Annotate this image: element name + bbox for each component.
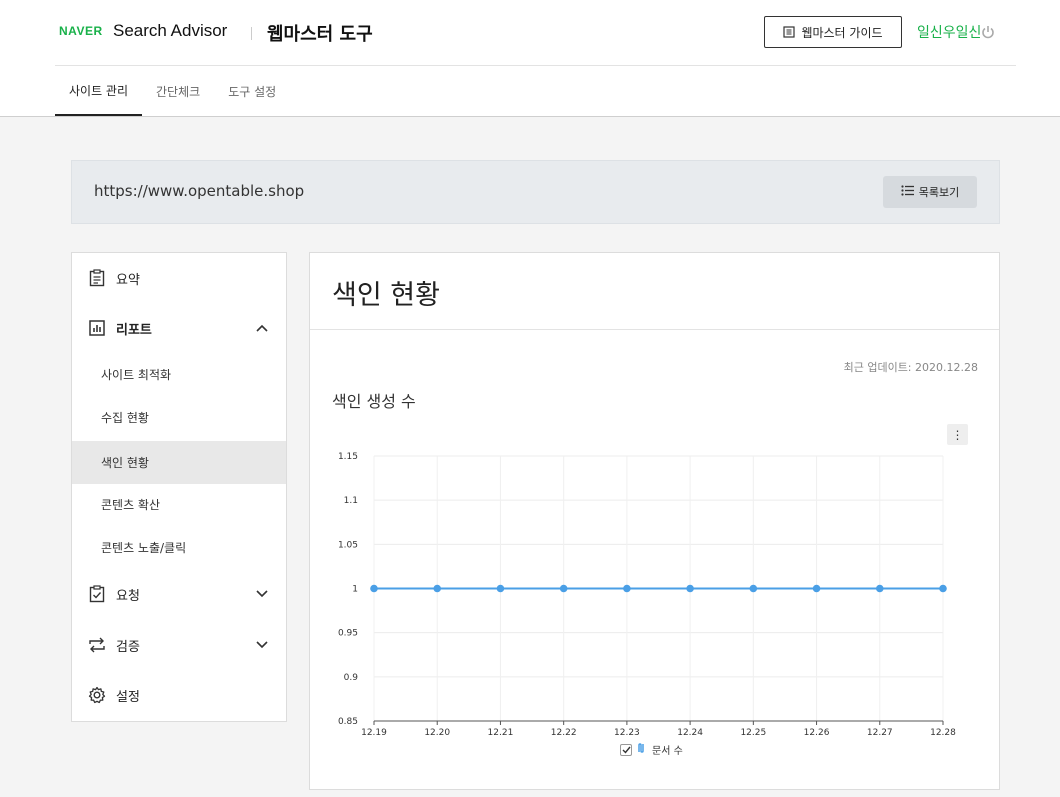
site-url-bar: https://www.opentable.shop 목록보기 — [71, 160, 1000, 224]
clipboard-icon — [88, 269, 106, 287]
panel-divider — [310, 329, 999, 330]
x-tick-label: 12.26 — [804, 728, 830, 738]
data-point — [496, 584, 505, 593]
data-point — [370, 584, 378, 593]
guide-button-label: 웹마스터 가이드 — [801, 25, 883, 40]
chart-title: 색인 생성 수 — [332, 392, 416, 411]
x-tick-label: 12.28 — [930, 728, 956, 738]
data-point — [939, 584, 947, 593]
sidebar-summary-label: 요약 — [116, 272, 140, 288]
x-tick-label: 12.22 — [551, 728, 577, 738]
y-tick-label: 0.85 — [338, 717, 358, 727]
x-tick-label: 12.25 — [740, 728, 766, 738]
y-tick-label: 0.95 — [338, 629, 358, 639]
chart-legend[interactable]: 문서 수 — [620, 742, 683, 757]
naver-logo[interactable]: NAVER — [59, 24, 103, 38]
sidebar-item-summary[interactable]: 요약 — [72, 253, 286, 303]
y-tick-label: 1.05 — [338, 540, 358, 550]
sidebar-subitem-crawl-status[interactable]: 수집 현황 — [72, 396, 286, 439]
sidebar-item-report[interactable]: 리포트 — [72, 303, 286, 353]
data-point — [875, 584, 884, 593]
sidebar-subitem-site-optimization[interactable]: 사이트 최적화 — [72, 353, 286, 396]
sidebar-verify-label: 검증 — [116, 639, 140, 655]
header-top: NAVER Search Advisor 웹마스터 도구 웹마스터 가이드 일신… — [55, 0, 1016, 66]
x-tick-label: 12.23 — [614, 728, 640, 738]
gear-icon — [88, 686, 106, 704]
sidebar: 요약 리포트 사이트 최적화 수집 현황 색인 현황 콘텐츠 확산 콘텐츠 노출… — [71, 252, 287, 722]
data-point — [812, 584, 821, 593]
list-button-label: 목록보기 — [918, 186, 960, 199]
page-title[interactable]: 웹마스터 도구 — [267, 20, 373, 46]
data-point — [623, 584, 631, 593]
sidebar-item-verify[interactable]: 검증 — [72, 620, 286, 670]
index-count-chart: 1.15 1.1 1.05 1 0.95 0.9 0.8512.19 12.20 12.21 12… — [338, 452, 956, 738]
y-tick-label: 1.15 — [338, 452, 358, 462]
sidebar-item-settings[interactable]: 설정 — [72, 670, 286, 720]
guide-book-icon — [783, 26, 796, 38]
chevron-down-icon[interactable] — [256, 587, 268, 602]
y-tick-label: 1 — [352, 585, 358, 595]
tab-quick-check[interactable]: 간단체크 — [142, 66, 214, 116]
panel-title: 색인 현황 — [332, 280, 440, 311]
bar-chart-icon — [88, 319, 106, 337]
data-point — [433, 584, 442, 593]
site-url: https://www.opentable.shop — [94, 182, 305, 200]
tab-tool-settings[interactable]: 도구 설정 — [214, 66, 290, 116]
x-tick-label: 12.24 — [677, 728, 703, 738]
header: NAVER Search Advisor 웹마스터 도구 웹마스터 가이드 일신… — [0, 0, 1060, 117]
data-point — [749, 584, 758, 593]
tab-site-management[interactable]: 사이트 관리 — [55, 66, 143, 116]
legend-series-label: 문서 수 — [652, 746, 683, 757]
x-tick-label: 12.19 — [361, 728, 387, 738]
chart-menu-button[interactable]: ⋮ — [947, 424, 968, 445]
legend-series-icon — [637, 743, 647, 756]
sidebar-settings-label: 설정 — [116, 689, 140, 705]
swap-arrows-icon — [88, 636, 106, 654]
search-advisor-logo[interactable]: Search Advisor — [113, 21, 227, 41]
index-status-panel: 색인 현황 최근 업데이트: 2020.12.28 색인 생성 수 ⋮ 1.15… — [309, 252, 1000, 790]
sidebar-request-label: 요청 — [116, 588, 140, 604]
logout-power-icon[interactable] — [981, 24, 995, 43]
sidebar-item-request[interactable]: 요청 — [72, 569, 286, 619]
logo-divider — [251, 27, 252, 40]
user-name[interactable]: 일신우일신 — [917, 22, 981, 42]
y-tick-label: 0.9 — [344, 673, 359, 683]
sidebar-subitem-index-status[interactable]: 색인 현황 — [72, 441, 286, 484]
sidebar-report-label: 리포트 — [116, 322, 152, 338]
data-point — [559, 584, 568, 593]
clipboard-check-icon — [88, 585, 106, 603]
x-tick-label: 12.20 — [424, 728, 450, 738]
y-tick-label: 1.1 — [344, 496, 358, 506]
sidebar-subitem-content-exposure-click[interactable]: 콘텐츠 노출/클릭 — [72, 526, 286, 569]
tab-bar: 사이트 관리 간단체크 도구 설정 — [55, 66, 290, 116]
list-icon — [901, 185, 914, 199]
data-point — [686, 584, 694, 593]
x-tick-label: 12.27 — [867, 728, 893, 738]
sidebar-subitem-content-spread[interactable]: 콘텐츠 확산 — [72, 483, 286, 526]
last-updated: 최근 업데이트: 2020.12.28 — [843, 361, 978, 374]
chevron-up-icon[interactable] — [256, 321, 268, 336]
x-tick-label: 12.21 — [488, 728, 514, 738]
list-view-button[interactable]: 목록보기 — [883, 176, 977, 208]
webmaster-guide-button[interactable]: 웹마스터 가이드 — [764, 16, 902, 48]
legend-checkbox[interactable] — [620, 743, 632, 756]
chevron-down-icon[interactable] — [256, 638, 268, 653]
